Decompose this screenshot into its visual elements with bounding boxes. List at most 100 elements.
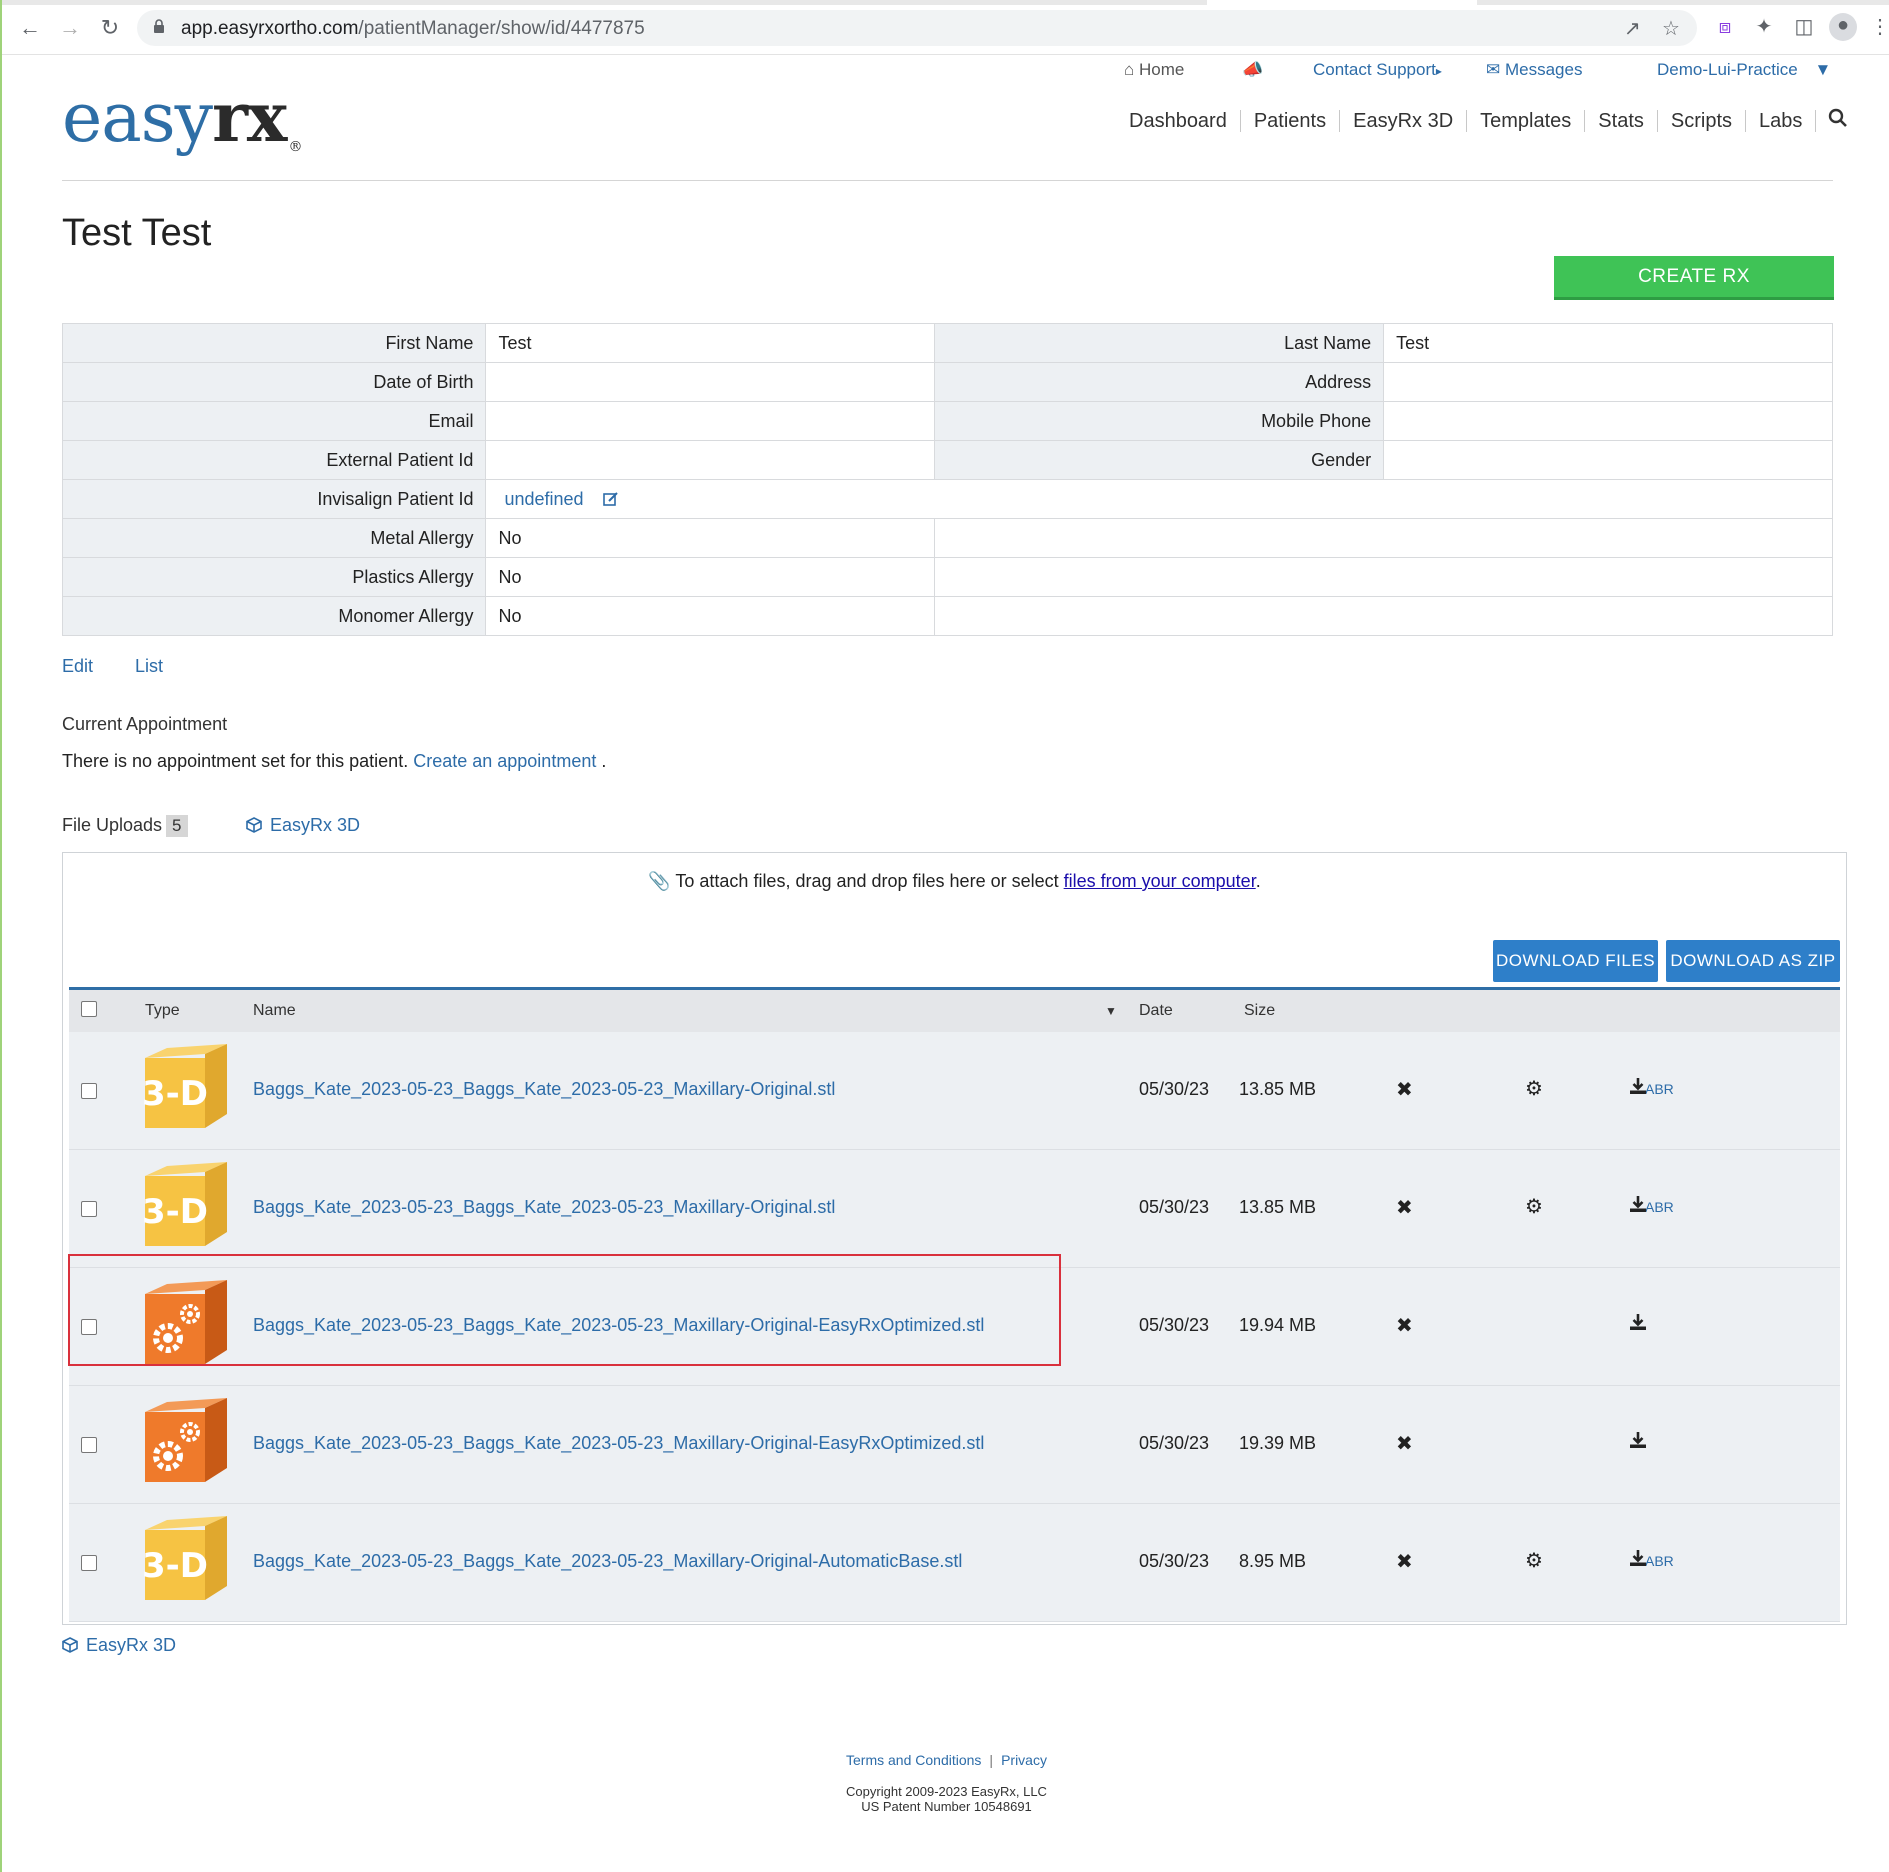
tab-strip <box>2 0 1889 5</box>
home-link[interactable]: ⌂ Home <box>1124 60 1184 80</box>
gears-icon[interactable]: ⚙ <box>1525 1076 1543 1101</box>
easyrx-3d-link[interactable]: EasyRx 3D <box>246 815 360 836</box>
abr-link[interactable]: ABR <box>1645 1553 1674 1569</box>
active-tab[interactable] <box>1207 0 1477 5</box>
menu-icon[interactable]: ⋮ <box>1868 15 1889 39</box>
contact-support-link[interactable]: Contact Support▸ <box>1313 60 1442 80</box>
side-panel-icon[interactable]: ◫ <box>1792 15 1816 39</box>
megaphone-icon[interactable]: 📣 <box>1242 60 1263 80</box>
messages-link[interactable]: ✉ Messages <box>1486 60 1582 80</box>
file-name-link[interactable]: Baggs_Kate_2023-05-23_Baggs_Kate_2023-05… <box>253 1433 984 1454</box>
abr-link[interactable]: ABR <box>1645 1081 1674 1097</box>
mobile-phone-label: Mobile Phone <box>934 401 1385 441</box>
nav-templates[interactable]: Templates <box>1467 110 1586 132</box>
file-upload-dropzone[interactable]: 📎 To attach files, drag and drop files h… <box>62 852 1847 1625</box>
privacy-link[interactable]: Privacy <box>1001 1752 1047 1768</box>
file-name-link[interactable]: Baggs_Kate_2023-05-23_Baggs_Kate_2023-05… <box>253 1551 962 1572</box>
gears-icon[interactable]: ⚙ <box>1525 1548 1543 1573</box>
delete-icon[interactable]: ✖ <box>1396 1313 1413 1338</box>
back-icon[interactable]: ← <box>16 14 44 42</box>
abr-link[interactable]: ABR <box>1645 1199 1674 1215</box>
svg-text:3-D: 3-D <box>142 1546 208 1586</box>
invisalign-id-link[interactable]: undefined <box>504 489 583 509</box>
row-checkbox[interactable] <box>81 1083 97 1099</box>
practice-dropdown[interactable]: Demo-Lui-Practice ▼ <box>1657 60 1831 80</box>
file-row: 3-D Baggs_Kate_2023-05-23_Baggs_Kate_202… <box>69 1150 1840 1268</box>
email-label: Email <box>61 401 487 441</box>
file-name-link[interactable]: Baggs_Kate_2023-05-23_Baggs_Kate_2023-05… <box>253 1079 835 1100</box>
optimized-file-icon <box>145 1398 227 1482</box>
reload-icon[interactable]: ↻ <box>96 14 124 42</box>
create-rx-button[interactable]: CREATE RX <box>1554 256 1834 300</box>
3d-file-icon: 3-D <box>142 1516 227 1600</box>
download-as-zip-button[interactable]: DOWNLOAD AS ZIP <box>1666 940 1840 982</box>
share-icon[interactable]: ↗ <box>1624 16 1641 41</box>
dob-value <box>485 362 936 402</box>
download-icon[interactable] <box>1629 1077 1647 1101</box>
svg-text:3-D: 3-D <box>142 1074 208 1114</box>
select-all-checkbox[interactable] <box>81 1001 97 1017</box>
download-files-button[interactable]: DOWNLOAD FILES <box>1493 940 1658 982</box>
row-checkbox[interactable] <box>81 1437 97 1453</box>
gears-icon[interactable]: ⚙ <box>1525 1194 1543 1219</box>
file-date: 05/30/23 <box>1139 1315 1210 1335</box>
size-column-header[interactable]: Size <box>1244 1002 1275 1020</box>
type-column-header: Type <box>145 1002 180 1019</box>
empty-cell <box>934 518 1833 558</box>
extension-icon[interactable]: ⧈ <box>1713 15 1737 39</box>
download-icon[interactable] <box>1629 1431 1647 1455</box>
easyrx-3d-bottom-link[interactable]: EasyRx 3D <box>62 1635 176 1656</box>
delete-icon[interactable]: ✖ <box>1396 1077 1413 1102</box>
row-checkbox[interactable] <box>81 1201 97 1217</box>
row-checkbox[interactable] <box>81 1555 97 1571</box>
create-appointment-link[interactable]: Create an appointment <box>413 751 596 771</box>
edit-link[interactable]: Edit <box>62 656 93 677</box>
download-icon[interactable] <box>1629 1195 1647 1219</box>
easyrx-logo[interactable]: easyrx ® <box>62 78 302 158</box>
profile-avatar[interactable]: ● <box>1829 13 1857 41</box>
nav-patients[interactable]: Patients <box>1241 110 1341 132</box>
nav-scripts[interactable]: Scripts <box>1658 110 1746 132</box>
footer-links: Terms and Conditions | Privacy <box>846 1752 1047 1768</box>
file-name-link[interactable]: Baggs_Kate_2023-05-23_Baggs_Kate_2023-05… <box>253 1197 835 1218</box>
nav-easyrx-3d[interactable]: EasyRx 3D <box>1340 110 1468 132</box>
gender-label: Gender <box>934 440 1385 480</box>
copyright: Copyright 2009-2023 EasyRx, LLC US Paten… <box>846 1784 1047 1814</box>
monomer-allergy-label: Monomer Allergy <box>61 596 487 636</box>
download-icon[interactable] <box>1629 1549 1647 1573</box>
forward-icon[interactable]: → <box>56 14 84 42</box>
table-row: Email Mobile Phone <box>61 401 1833 441</box>
highlight-box <box>68 1254 1061 1366</box>
address-bar[interactable]: app.easyrxortho.com/patientManager/show/… <box>137 10 1697 46</box>
terms-link[interactable]: Terms and Conditions <box>846 1752 981 1768</box>
files-from-computer-link[interactable]: files from your computer <box>1064 871 1256 891</box>
nav-stats[interactable]: Stats <box>1585 110 1658 132</box>
puzzle-icon[interactable]: ✦ <box>1752 15 1776 39</box>
delete-icon[interactable]: ✖ <box>1396 1195 1413 1220</box>
search-icon[interactable] <box>1828 108 1848 134</box>
file-table-header: Type Name ▼ Date Size <box>69 987 1840 1032</box>
table-row: Date of Birth Address <box>61 362 1833 402</box>
first-name-label: First Name <box>61 323 487 363</box>
file-count-badge: 5 <box>166 815 188 837</box>
list-link[interactable]: List <box>135 656 163 677</box>
file-date: 05/30/23 <box>1139 1551 1210 1571</box>
delete-icon[interactable]: ✖ <box>1396 1431 1413 1456</box>
delete-icon[interactable]: ✖ <box>1396 1549 1413 1574</box>
attach-message: 📎 To attach files, drag and drop files h… <box>648 871 1261 891</box>
sort-desc-icon[interactable]: ▼ <box>1105 1004 1117 1018</box>
metal-allergy-label: Metal Allergy <box>61 518 487 558</box>
file-row: 3-D Baggs_Kate_2023-05-23_Baggs_Kate_202… <box>69 1504 1840 1622</box>
3d-file-icon: 3-D <box>142 1162 227 1246</box>
download-icon[interactable] <box>1629 1313 1647 1337</box>
edit-icon[interactable] <box>602 491 619 507</box>
file-row: Baggs_Kate_2023-05-23_Baggs_Kate_2023-05… <box>69 1386 1840 1504</box>
star-icon[interactable]: ☆ <box>1662 16 1680 41</box>
date-column-header[interactable]: Date <box>1139 1002 1173 1020</box>
name-column-header[interactable]: Name <box>253 1002 296 1020</box>
nav-labs[interactable]: Labs <box>1746 110 1817 132</box>
page-title: Test Test <box>62 212 212 254</box>
cube-icon <box>246 817 262 833</box>
header-divider <box>62 180 1833 181</box>
nav-dashboard[interactable]: Dashboard <box>1116 110 1241 132</box>
